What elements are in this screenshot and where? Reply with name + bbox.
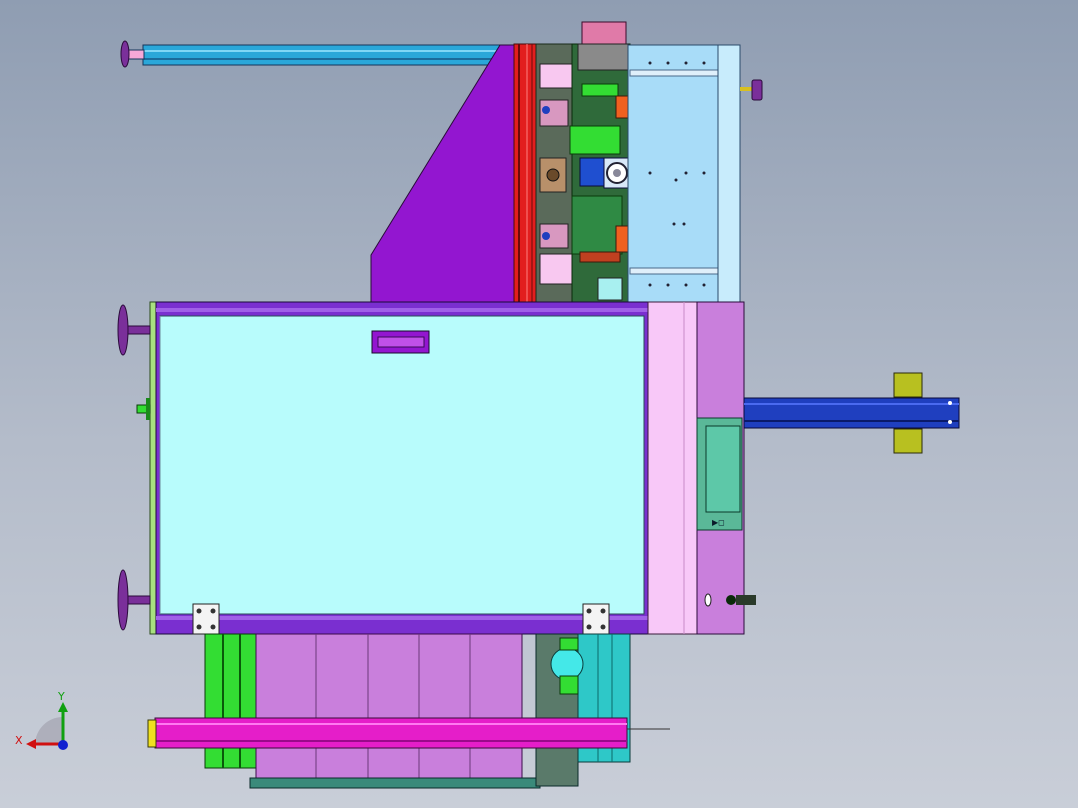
right-blue-arm <box>743 372 960 454</box>
green-fitting <box>136 398 151 420</box>
red-vertical-rail <box>513 43 537 303</box>
hinge-right <box>582 603 610 635</box>
cad-viewport[interactable]: ▶◻ Y X <box>0 0 1078 808</box>
control-button-label[interactable]: ▶◻ <box>712 518 725 527</box>
x-axis-label: X <box>15 734 23 747</box>
bottom-right-teal-block <box>535 633 631 787</box>
drive-mechanism <box>569 21 633 303</box>
axis-triad: Y X <box>15 690 68 750</box>
pink-side-panel <box>647 301 699 635</box>
hinge-left <box>192 603 220 635</box>
leveling-foot-bottom <box>117 569 151 631</box>
y-axis-label: Y <box>57 690 65 703</box>
top-cylinder-rod <box>120 40 501 68</box>
purple-gusset <box>370 44 515 303</box>
assembly-drawing: ▶◻ Y X <box>15 21 960 789</box>
bottom-magenta-bar <box>147 717 670 749</box>
bottom-lavender-panels <box>249 633 541 789</box>
leveling-foot-top <box>117 304 151 356</box>
top-handle[interactable] <box>371 330 430 354</box>
control-box <box>696 301 756 635</box>
side-knob[interactable] <box>740 79 763 101</box>
light-blue-plate <box>627 44 741 303</box>
